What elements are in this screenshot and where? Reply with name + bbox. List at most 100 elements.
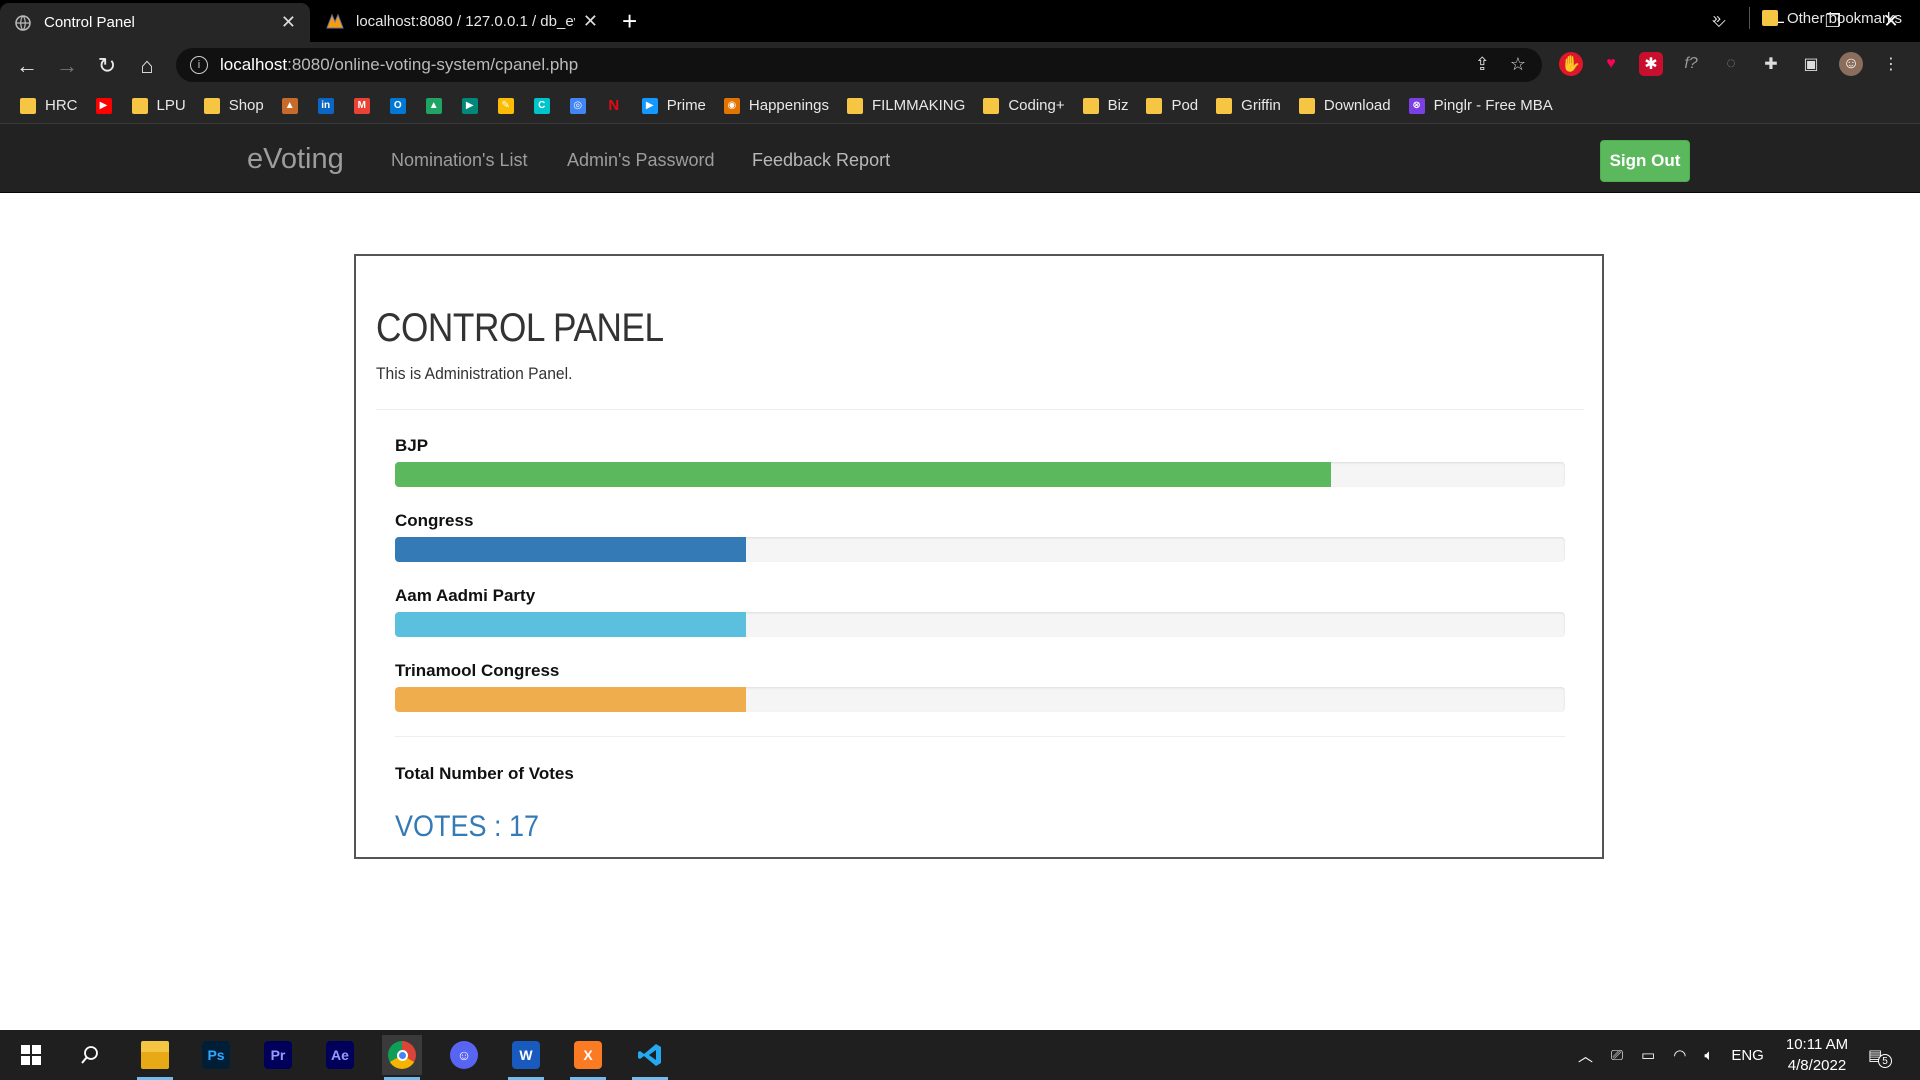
clock[interactable]: 10:11 AM 4/8/2022: [1772, 1034, 1862, 1076]
adblock-extension-icon[interactable]: ✋: [1559, 52, 1583, 76]
folder-icon: [1082, 97, 1099, 114]
folder-icon: [1146, 97, 1163, 114]
heart-extension-icon[interactable]: ♥: [1599, 52, 1623, 76]
discord-taskbar-button[interactable]: ☺: [444, 1035, 484, 1075]
tab-control-panel[interactable]: Control Panel ✕: [0, 3, 310, 42]
photoshop-taskbar-button[interactable]: Ps: [196, 1035, 236, 1075]
progress-bar-congress: [395, 537, 746, 562]
photoshop-icon: Ps: [202, 1041, 230, 1069]
after-effects-taskbar-button[interactable]: Ae: [320, 1035, 360, 1075]
bookmark-pod[interactable]: Pod: [1146, 97, 1198, 114]
bookmark-download[interactable]: Download: [1298, 97, 1391, 114]
forward-arrow-icon[interactable]: →: [51, 50, 83, 82]
volume-icon[interactable]: 🔈︎: [1704, 1047, 1713, 1064]
bookmark-coding-[interactable]: Coding+: [983, 97, 1065, 114]
search-icon[interactable]: [70, 1035, 110, 1075]
bookmark-canva[interactable]: C: [533, 97, 552, 114]
pinglr-icon: ⊗: [1408, 97, 1425, 114]
tab-phpmyadmin[interactable]: localhost:8080 / 127.0.0.1 / db_ev ✕: [312, 0, 612, 42]
reload-icon[interactable]: ↻: [91, 50, 123, 82]
chrome-taskbar-button[interactable]: [382, 1035, 422, 1080]
bookmark-shop[interactable]: Shop: [203, 97, 264, 114]
bookmark-biz[interactable]: Biz: [1082, 97, 1128, 114]
red-extension-icon[interactable]: ✱: [1639, 52, 1663, 76]
bookmark-star-icon[interactable]: ☆: [1510, 54, 1526, 75]
new-tab-button[interactable]: +: [622, 6, 637, 37]
xampp-taskbar-button[interactable]: X: [568, 1035, 608, 1080]
bookmark-label: Coding+: [1008, 97, 1065, 114]
gmail-icon: M: [353, 97, 370, 114]
bookmarks-overflow-button[interactable]: »: [1713, 10, 1721, 27]
bookmark-podcast[interactable]: ◎: [569, 97, 588, 114]
notification-badge: 5: [1878, 1054, 1892, 1068]
share-icon[interactable]: ⇪: [1475, 54, 1490, 75]
profile-avatar[interactable]: ☺: [1839, 52, 1863, 76]
word-taskbar-button[interactable]: W: [506, 1035, 546, 1080]
other-bookmarks[interactable]: Other bookmarks: [1787, 10, 1902, 27]
bookmark-lpu[interactable]: LPU: [131, 97, 186, 114]
bookmark-label: HRC: [45, 97, 78, 114]
bookmark-pinglr-free-mba[interactable]: ⊗ Pinglr - Free MBA: [1408, 97, 1553, 114]
folder-icon: [131, 97, 148, 114]
windows-start-icon[interactable]: [11, 1035, 51, 1075]
meet-now-icon[interactable]: ⎚: [1611, 1047, 1623, 1064]
bookmark-triangle[interactable]: ▲: [281, 97, 300, 114]
premiere-icon: Pr: [264, 1041, 292, 1069]
address-bar[interactable]: i localhost:8080/online-voting-system/cp…: [176, 48, 1542, 82]
close-tab-icon[interactable]: ✕: [281, 12, 296, 33]
premiere-taskbar-button[interactable]: Pr: [258, 1035, 298, 1075]
triangle-icon: ▲: [281, 97, 298, 114]
nav-admin-password[interactable]: Admin's Password: [567, 150, 715, 171]
home-icon[interactable]: ⌂: [131, 50, 163, 82]
bookmark-hrc[interactable]: HRC: [20, 97, 78, 114]
side-panel-icon[interactable]: ▣: [1799, 52, 1823, 76]
party-result-bjp: BJP: [395, 436, 1565, 487]
bookmark-keep[interactable]: ✎: [497, 97, 516, 114]
battery-icon[interactable]: ▭: [1641, 1046, 1655, 1064]
outlook-icon: O: [389, 97, 406, 114]
url-host: localhost: [220, 55, 288, 74]
bookmark-gmail[interactable]: M: [353, 97, 372, 114]
file-explorer-taskbar-button[interactable]: [135, 1035, 175, 1080]
progress-track: [395, 687, 1565, 712]
bookmark-netflix[interactable]: N: [606, 97, 624, 114]
bookmark-prime[interactable]: ▶ Prime: [641, 97, 706, 114]
phpmyadmin-icon: [326, 12, 344, 30]
notifications-button[interactable]: ▤ 5: [1868, 1030, 1892, 1080]
bookmark-outlook[interactable]: O: [389, 97, 408, 114]
sign-out-button[interactable]: Sign Out: [1600, 140, 1690, 182]
drive-icon: ▲: [425, 97, 442, 114]
bookmark-youtube[interactable]: ▶: [95, 97, 114, 114]
browser-toolbar: ← → ↻ ⌂ i localhost:8080/online-voting-s…: [0, 42, 1920, 88]
bookmark-meet[interactable]: ▶: [461, 97, 480, 114]
bookmark-happenings[interactable]: ◉ Happenings: [723, 97, 829, 114]
happenings-icon: ◉: [723, 97, 740, 114]
nav-feedback-report[interactable]: Feedback Report: [752, 150, 890, 171]
font-extension-icon[interactable]: f?: [1679, 52, 1703, 76]
folder-icon: [203, 97, 220, 114]
site-info-icon[interactable]: i: [190, 56, 208, 74]
wifi-icon[interactable]: ◠: [1673, 1046, 1686, 1064]
bookmark-linkedin[interactable]: in: [317, 97, 336, 114]
language-indicator[interactable]: ENG: [1731, 1047, 1764, 1064]
bookmark-drive[interactable]: ▲: [425, 97, 444, 114]
site-brand[interactable]: eVoting: [247, 143, 344, 176]
votes-count: VOTES : 17: [395, 810, 540, 843]
progress-track: [395, 462, 1565, 487]
tray-chevron-up-icon[interactable]: ︿: [1578, 1045, 1593, 1066]
nav-nominations-list[interactable]: Nomination's List: [391, 150, 528, 171]
bookmark-filmmaking[interactable]: FILMMAKING: [846, 97, 965, 114]
bookmark-griffin[interactable]: Griffin: [1216, 97, 1281, 114]
bookmark-label: LPU: [156, 97, 186, 114]
chrome-icon: [388, 1041, 416, 1069]
extensions-puzzle-icon[interactable]: ✚: [1759, 52, 1783, 76]
menu-kebab-icon[interactable]: ⋮: [1879, 52, 1903, 76]
folder-icon: [1761, 10, 1778, 26]
circle-extension-icon[interactable]: ◌: [1719, 52, 1743, 76]
back-arrow-icon[interactable]: ←: [11, 50, 43, 82]
vscode-taskbar-button[interactable]: [630, 1035, 670, 1080]
folder-icon: [1216, 97, 1233, 114]
close-tab-icon[interactable]: ✕: [583, 11, 598, 32]
prime-icon: ▶: [641, 97, 658, 114]
bookmark-label: Pinglr - Free MBA: [1433, 97, 1553, 114]
